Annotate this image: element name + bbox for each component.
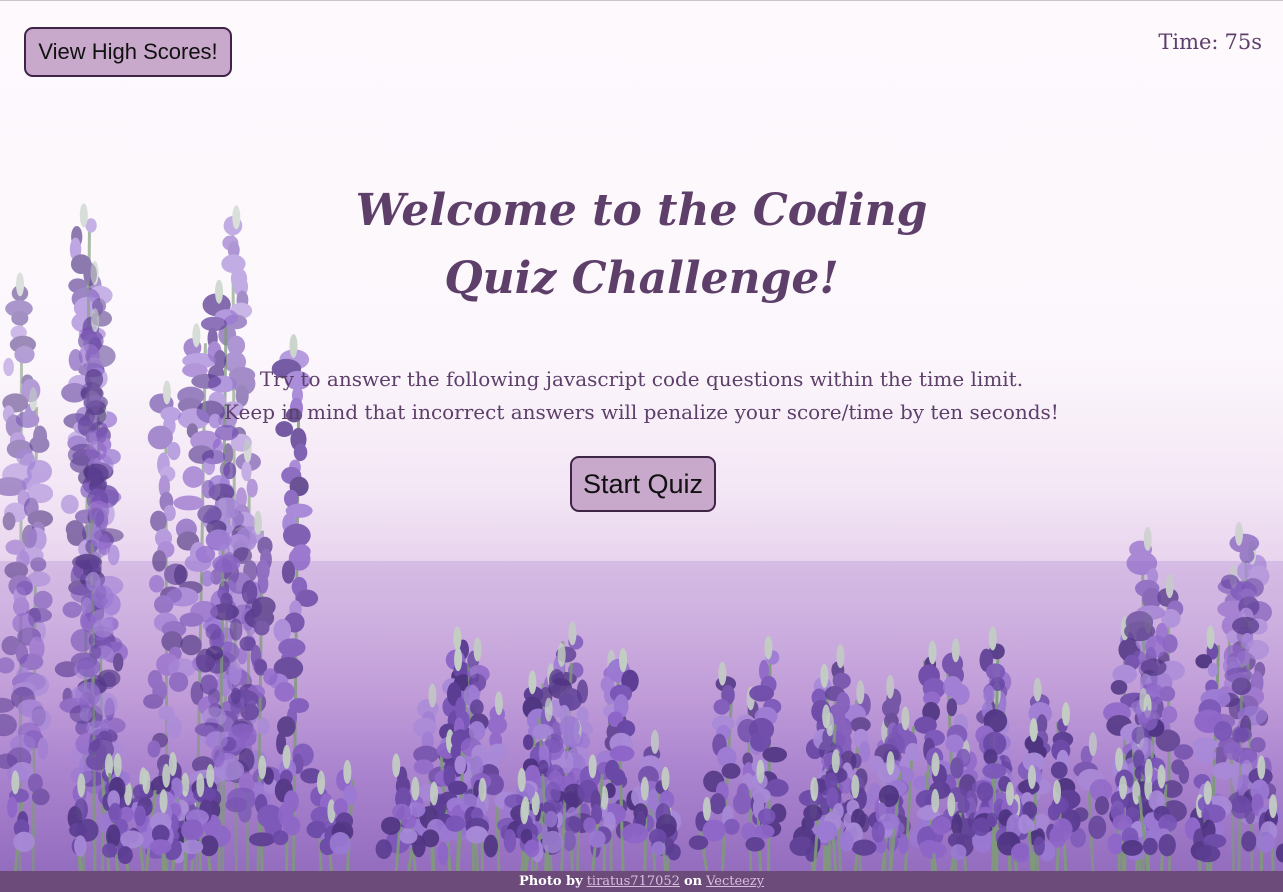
timer-value: 75s [1224,30,1263,54]
timer-label: Time: [1158,30,1219,54]
start-quiz-button[interactable]: Start Quiz [570,456,716,512]
photo-by-text: Photo by [518,874,583,889]
lavender-flowers-illustration [0,203,1283,872]
title-line-1: Welcome to the Coding [355,185,928,236]
intro-line-2: Keep in mind that incorrect answers will… [224,400,1059,424]
photo-credit-footer: Photo by tiratus717052 on Vecteezy [0,871,1283,892]
intro-text: Try to answer the following javascript c… [0,363,1283,429]
view-high-scores-button[interactable]: View High Scores! [24,27,232,77]
intro-line-1: Try to answer the following javascript c… [259,367,1024,391]
title-line-2: Quiz Challenge! [444,253,839,304]
vecteezy-link[interactable]: Vecteezy [706,874,764,889]
page-title: Welcome to the Coding Quiz Challenge! [0,177,1283,313]
timer: Time: 75s [1158,30,1262,54]
on-text: on [683,874,703,889]
author-link[interactable]: tiratus717052 [587,874,680,889]
lavender-field-background [0,1,1283,872]
